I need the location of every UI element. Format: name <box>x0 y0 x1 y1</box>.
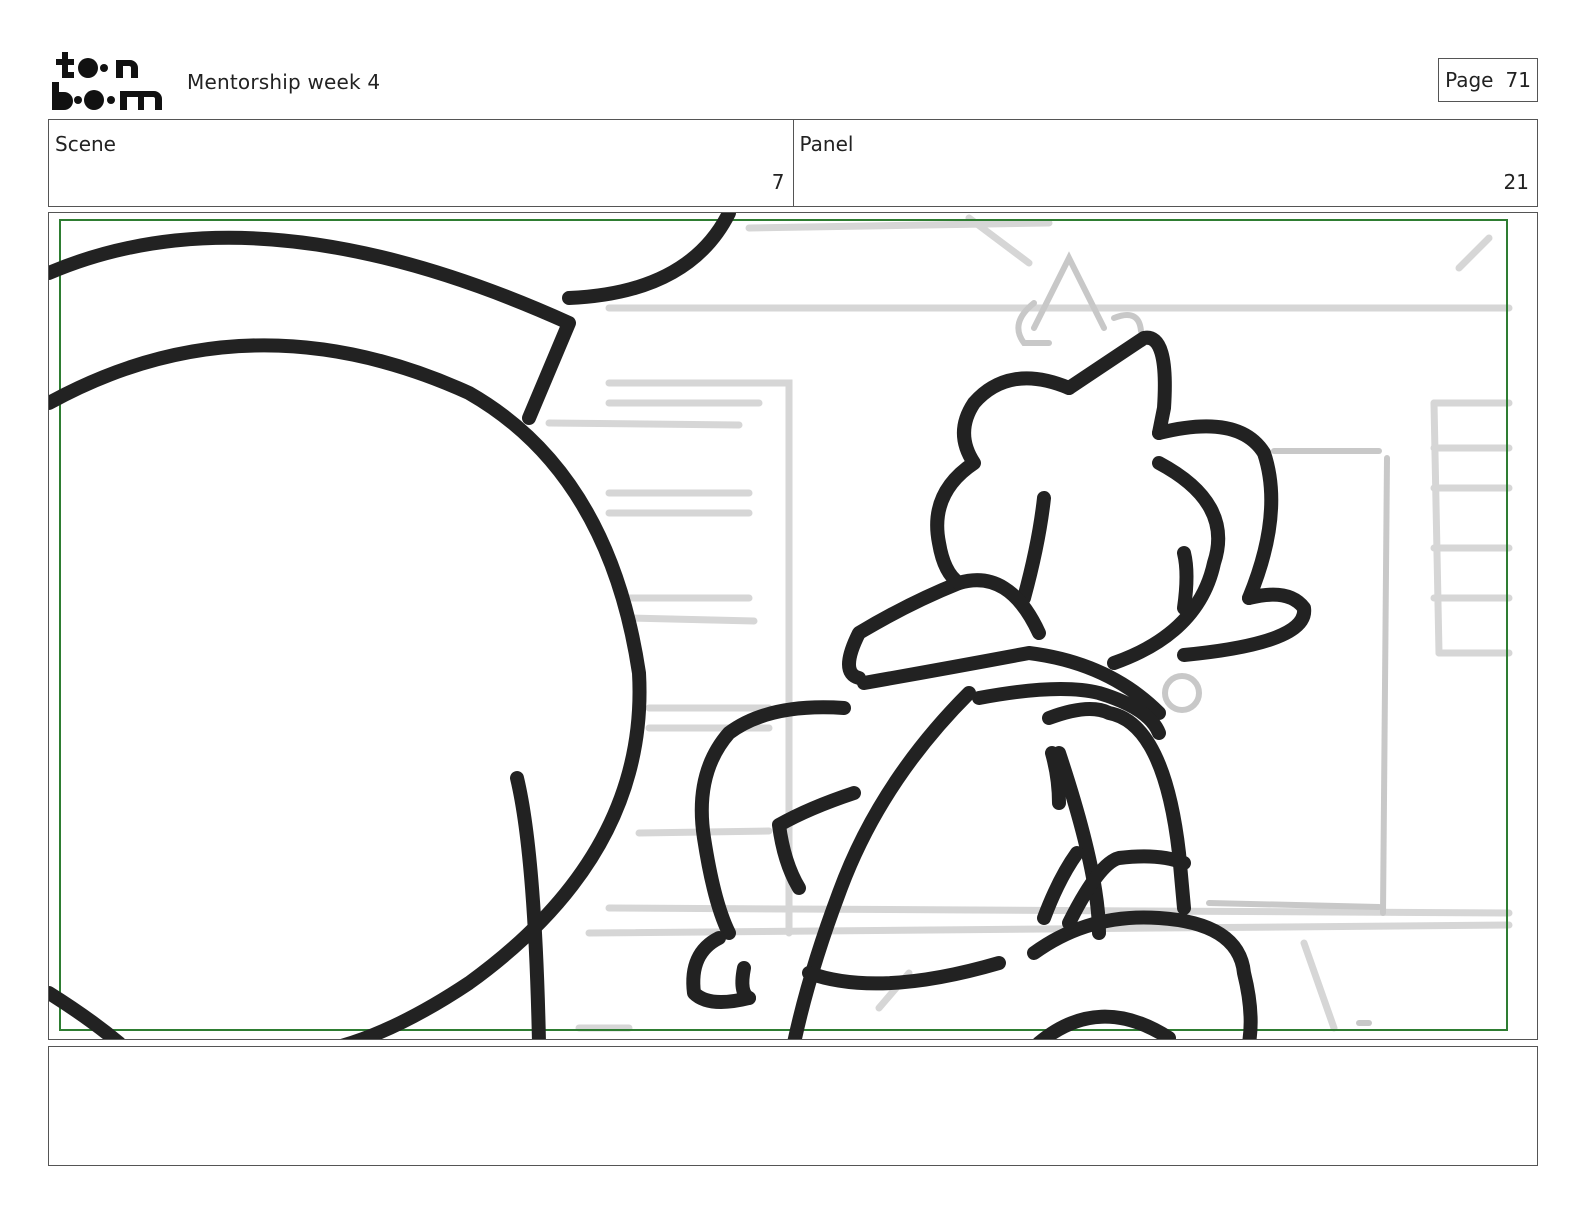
toon-boom-logo <box>50 50 164 112</box>
document-title: Mentorship week 4 <box>187 70 381 94</box>
storyboard-panel <box>48 212 1538 1040</box>
scene-number: 7 <box>771 170 785 194</box>
scene-panel-info: Scene 7 Panel 21 <box>48 119 1538 207</box>
scene-cell: Scene 7 <box>49 120 793 206</box>
panel-number: 21 <box>1503 170 1529 194</box>
scene-label: Scene <box>55 132 116 156</box>
panel-label: Panel <box>799 132 854 156</box>
page-label: Page <box>1445 68 1494 92</box>
page-number: 71 <box>1505 68 1531 92</box>
panel-cell: Panel 21 <box>792 120 1538 206</box>
page-indicator: Page 71 <box>1438 58 1538 102</box>
storyboard-sketch <box>49 213 1513 1039</box>
panel-notes-box <box>48 1046 1538 1166</box>
